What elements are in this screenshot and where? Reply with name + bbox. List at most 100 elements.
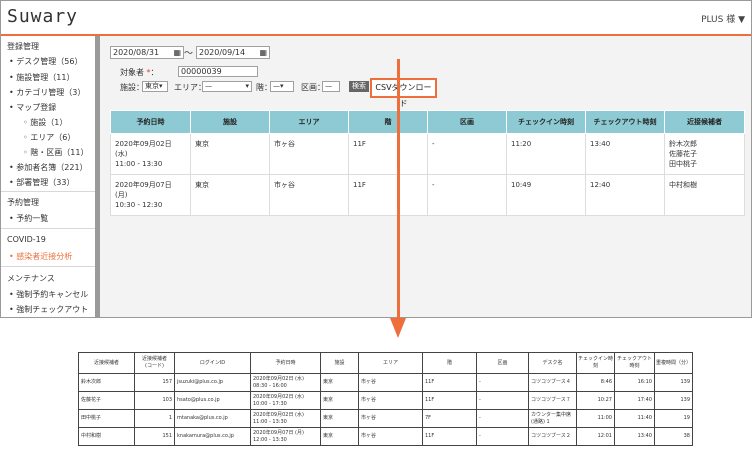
sidebar-item-desk[interactable]: • デスク管理（56） [9, 56, 82, 67]
target-input[interactable]: 00000039 [178, 66, 258, 77]
table-cell: 中村和樹 [664, 174, 745, 216]
user-menu[interactable]: PLUS 様 ▼ [701, 12, 745, 25]
sidebar-item-reservation-list[interactable]: • 予約一覧 [9, 213, 48, 224]
main-content: 2020/08/31 ▦ 〜 2020/09/14 ▦ 対象者 *： 00000… [100, 36, 751, 317]
export-row: 田中桃子 1 mtanaka@plus.co.jp 2020年09月02日 (水) 1… [78, 409, 693, 428]
sidebar-item-facility[interactable]: • 施設管理（11） [9, 72, 74, 83]
col-header-date[interactable]: 予約日時 [110, 110, 191, 134]
export-cell: 2020年09月02日 (水) 10:00 - 17:30 [250, 391, 321, 410]
sidebar-item-department[interactable]: • 部署管理（33） [9, 177, 74, 188]
export-cell: 東京 [320, 427, 359, 446]
export-col-header: 近接候補者 (コード) [134, 352, 175, 374]
app-logo[interactable]: Suwary [7, 6, 78, 27]
export-cell: 103 [134, 391, 175, 410]
export-col-header: チェックイン時刻 [576, 352, 615, 374]
export-cell: 11:40 [614, 409, 655, 428]
sidebar-item-force-cancel[interactable]: • 強制予約キャンセル [9, 289, 88, 300]
export-col-header: 施設 [320, 352, 359, 374]
export-cell: 157 [134, 373, 175, 392]
export-cell: - [476, 373, 529, 392]
export-cell: 139 [654, 373, 693, 392]
target-label: 対象者 *： [120, 68, 159, 77]
export-cell: 19 [654, 409, 693, 428]
calendar-icon[interactable]: ▦ [259, 47, 267, 58]
sidebar-item-participants[interactable]: • 参加者名簿（221） [9, 162, 88, 173]
col-header-facility[interactable]: 施設 [190, 110, 270, 134]
sidebar-divider [1, 228, 95, 229]
arrow-head-icon [390, 318, 406, 338]
export-row: 中村和樹 151 knakamura@plus.co.jp 2020年09月07日 (… [78, 427, 693, 446]
arrow-connector [397, 59, 400, 321]
table-cell: 11F [348, 133, 428, 175]
table-row[interactable]: 2020年09月02日 (水) 11:00 - 13:30 東京 市ヶ谷 11F -11… [110, 133, 745, 175]
table-row[interactable]: 2020年09月07日 (月) 10:30 - 12:30 東京 市ヶ谷 11F -10… [110, 174, 745, 216]
section-select[interactable]: — [322, 81, 340, 92]
floor-select[interactable]: —▾ [270, 81, 294, 92]
required-mark: * [146, 68, 151, 77]
facility-select[interactable]: 東京▾ [142, 81, 168, 92]
export-cell: 市ヶ谷 [358, 427, 423, 446]
export-col-header: 階 [422, 352, 477, 374]
date-from-input[interactable]: 2020/08/31 ▦ [110, 46, 184, 59]
table-cell: - [427, 133, 507, 175]
table-cell: 東京 [190, 174, 270, 216]
sidebar-item-category[interactable]: • カテゴリ管理（3） [9, 87, 85, 98]
export-cell: 151 [134, 427, 175, 446]
export-col-header: エリア [358, 352, 423, 374]
search-button[interactable]: 検索 [349, 81, 369, 92]
col-header-candidates[interactable]: 近接候補者 [664, 110, 745, 134]
sidebar-divider [1, 191, 95, 192]
export-cell: 12:01 [576, 427, 615, 446]
sidebar-item-map[interactable]: • マップ登録 [9, 102, 56, 113]
table-cell: 東京 [190, 133, 270, 175]
export-cell: 東京 [320, 373, 359, 392]
area-select[interactable]: — ▾ [202, 81, 252, 92]
app-header: Suwary PLUS 様 ▼ [1, 1, 751, 36]
export-cell: - [476, 427, 529, 446]
calendar-icon[interactable]: ▦ [173, 47, 181, 58]
export-row: 佐藤花子 103 hsato@plus.co.jp 2020年09月02日 (水) 1… [78, 391, 693, 410]
csv-export-table: 近接候補者 近接候補者 (コード) ログインID 予約日時 施設 エリア階区画 デスク名 チェ… [78, 352, 693, 446]
export-cell: 1 [134, 409, 175, 428]
table-cell: - [427, 174, 507, 216]
export-cell: 市ヶ谷 [358, 409, 423, 428]
sidebar-section-covid: COVID-19 [7, 235, 46, 244]
table-cell: 2020年09月02日 (水) 11:00 - 13:30 [110, 133, 191, 175]
table-cell: 2020年09月07日 (月) 10:30 - 12:30 [110, 174, 191, 216]
export-col-header: チェックアウト時刻 [614, 352, 655, 374]
col-header-checkin[interactable]: チェックイン時刻 [506, 110, 586, 134]
export-cell: 鈴木次郎 [78, 373, 135, 392]
export-row: 鈴木次郎 157 jsuzuki@plus.co.jp 2020年09月02日 (水)… [78, 373, 693, 392]
table-cell: 鈴木次郎 佐藤花子 田中桃子 [664, 133, 745, 175]
table-cell: 市ヶ谷 [269, 133, 349, 175]
export-cell: 佐藤花子 [78, 391, 135, 410]
export-cell: mtanaka@plus.co.jp [174, 409, 251, 428]
export-cell: knakamura@plus.co.jp [174, 427, 251, 446]
col-header-checkout[interactable]: チェックアウト時刻 [585, 110, 665, 134]
export-cell: hsato@plus.co.jp [174, 391, 251, 410]
col-header-floor[interactable]: 階 [348, 110, 428, 134]
export-cell: 東京 [320, 391, 359, 410]
export-cell: 13:40 [614, 427, 655, 446]
table-cell: 10:49 [506, 174, 586, 216]
export-cell: 10:27 [576, 391, 615, 410]
col-header-section[interactable]: 区画 [427, 110, 507, 134]
export-cell: 2020年09月02日 (水) 11:00 - 13:30 [250, 409, 321, 428]
sidebar-subitem-area[interactable]: ◦ エリア（6） [23, 132, 75, 143]
sidebar-subitem-facility[interactable]: ◦ 施設（1） [23, 117, 67, 128]
sidebar-subitem-floor[interactable]: ◦ 階・区画（11） [23, 147, 88, 158]
export-cell: カウンター集中席 (通路) 1 [528, 409, 577, 428]
app-window: Suwary PLUS 様 ▼ 登録管理 • デスク管理（56） • 施設管理（… [0, 0, 752, 318]
date-to-input[interactable]: 2020/09/14 ▦ [196, 46, 270, 59]
export-cell: 2020年09月02日 (水) 08:30 - 16:00 [250, 373, 321, 392]
sidebar-item-contact-analysis[interactable]: • 感染者近接分析 [9, 251, 72, 262]
export-col-header: 重複時間（分） [654, 352, 693, 374]
col-header-area[interactable]: エリア [269, 110, 349, 134]
csv-download-button[interactable]: CSVダウンロード [370, 78, 437, 108]
export-cell: 11F [422, 373, 477, 392]
sidebar: 登録管理 • デスク管理（56） • 施設管理（11） • カテゴリ管理（3） … [1, 36, 95, 317]
export-cell: 11F [422, 427, 477, 446]
sidebar-item-force-checkout[interactable]: • 強制チェックアウト [9, 304, 88, 315]
export-col-header: 予約日時 [250, 352, 321, 374]
table-cell: 12:40 [585, 174, 665, 216]
